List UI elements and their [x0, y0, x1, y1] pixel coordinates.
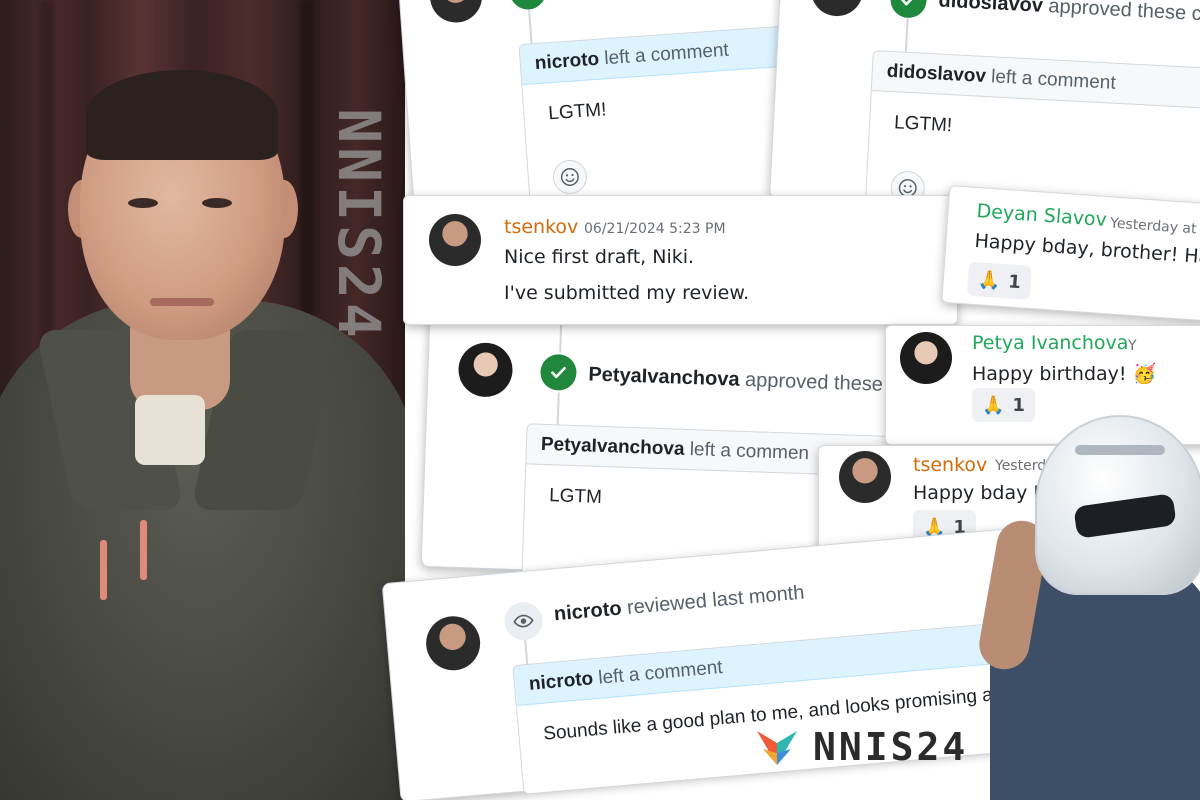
review-event: PetyaIvanchova approved these ch	[588, 363, 910, 397]
avatar	[428, 0, 484, 25]
chat-text: Nice first draft, Niki.	[504, 246, 695, 268]
comment-action: left a comment	[990, 66, 1117, 94]
approved-check-icon	[889, 0, 928, 19]
hair	[86, 70, 278, 160]
event-text: approved these cha	[1047, 0, 1200, 27]
fox-logo-icon	[757, 731, 797, 765]
chat-author[interactable]: tsenkov	[913, 454, 987, 476]
mouth	[150, 298, 214, 306]
avatar	[809, 0, 865, 18]
comment-author[interactable]: nicroto	[528, 668, 594, 695]
event-user[interactable]: didoslavov	[938, 0, 1043, 17]
helmet-stripe	[1075, 445, 1165, 455]
comment-author[interactable]: PetyaIvanchova	[541, 434, 685, 460]
chat-text-row: Happy birthday! 🥳	[972, 362, 1156, 385]
avatar	[423, 614, 483, 673]
chat-timestamp: Y	[1128, 338, 1137, 354]
reaction-count: 1	[1007, 270, 1022, 293]
zipper-pull	[100, 540, 107, 600]
eye-icon	[502, 600, 545, 642]
chat-author[interactable]: Petya Ivanchova	[972, 332, 1128, 354]
logo-wordmark: NNIS24	[813, 725, 969, 769]
approved-check-icon	[539, 353, 578, 392]
nnis24-logo: NNIS24	[755, 725, 968, 769]
chat-message-card: Deyan Slavov Yesterday at 8 Happy bday, …	[941, 185, 1200, 323]
chat-author[interactable]: Deyan Slavov	[976, 200, 1108, 231]
shirt	[135, 395, 205, 465]
event-text: reviewed last month	[626, 581, 806, 619]
avatar	[900, 332, 952, 384]
review-event: didoslavov approved these cha	[938, 0, 1200, 27]
vertical-title-text: NNIS24	[325, 108, 394, 342]
avatar	[457, 341, 514, 398]
zipper-pull	[140, 520, 147, 580]
comment-action: left a comment	[597, 656, 724, 689]
chat-text: Happy birthday!	[972, 363, 1127, 385]
comment-action: left a commen	[689, 439, 810, 465]
chat-timestamp: 06/21/2024 5:23 PM	[584, 221, 726, 237]
reaction-pill[interactable]: 🙏 1	[966, 261, 1032, 300]
pray-icon: 🙏	[977, 268, 1002, 292]
review-event: nicroto reviewed last month	[553, 582, 805, 627]
comment-action: left a comment	[603, 39, 730, 70]
event-user[interactable]: nicroto	[553, 598, 622, 626]
vertical-title: NNIS24	[325, 30, 393, 420]
party-face-icon: 🥳	[1132, 363, 1157, 385]
chat-message-card: tsenkov 06/21/2024 5:23 PM Nice first dr…	[403, 195, 958, 325]
add-reaction-icon[interactable]	[551, 158, 589, 196]
eye	[202, 198, 232, 208]
comment-author[interactable]: nicroto	[534, 49, 600, 74]
avatar	[429, 214, 481, 266]
chat-author[interactable]: tsenkov	[504, 216, 578, 238]
avatar	[839, 451, 891, 503]
chat-text: I've submitted my review.	[504, 282, 750, 304]
eye	[128, 198, 158, 208]
chat-timestamp: Yesterday at 8	[1109, 215, 1200, 238]
github-comment-card: nicroto left a comment LGTM!	[397, 0, 820, 219]
kid-helmet-photo	[975, 405, 1200, 800]
comment-author[interactable]: didoslavov	[886, 61, 986, 87]
event-user[interactable]: PetyaIvanchova	[588, 363, 740, 390]
